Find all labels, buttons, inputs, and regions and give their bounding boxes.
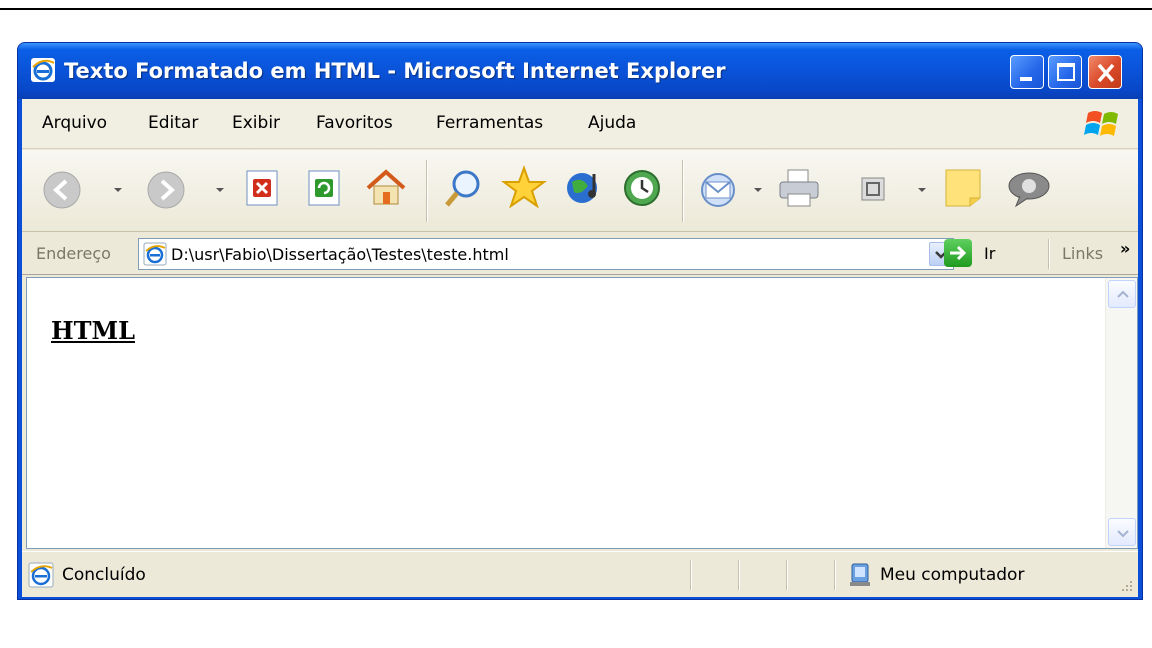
links-toolbar[interactable]: Links: [1062, 244, 1103, 263]
page-content: HTML: [26, 277, 1138, 549]
go-label[interactable]: Ir: [984, 244, 995, 263]
menu-bar: Arquivo Editar Exibir Favoritos Ferramen…: [22, 99, 1138, 149]
go-arrow-icon: [950, 245, 967, 261]
mail-icon[interactable]: [698, 168, 742, 208]
page-status-icon: [28, 562, 54, 588]
menu-ajuda[interactable]: Ajuda: [588, 113, 636, 133]
status-pane-divider: [690, 560, 692, 590]
menu-favoritos[interactable]: Favoritos: [316, 113, 393, 133]
resize-grip-icon[interactable]: [1116, 575, 1134, 593]
address-input[interactable]: D:\usr\Fabio\Dissertação\Testes\teste.ht…: [138, 238, 954, 270]
mail-dropdown[interactable]: [754, 188, 762, 192]
status-pane-divider: [834, 560, 836, 590]
ie-window: Texto Formatado em HTML - Microsoft Inte…: [17, 42, 1143, 600]
menu-editar[interactable]: Editar: [148, 113, 198, 133]
minimize-button[interactable]: [1010, 55, 1044, 89]
security-zone: Meu computador: [880, 565, 1025, 585]
menu-exibir[interactable]: Exibir: [232, 113, 280, 133]
print-icon[interactable]: [776, 166, 822, 210]
client-area: Arquivo Editar Exibir Favoritos Ferramen…: [22, 99, 1138, 597]
stop-icon[interactable]: [244, 170, 282, 208]
back-dropdown[interactable]: [114, 188, 122, 192]
links-separator: [1048, 239, 1050, 269]
maximize-icon: [1057, 63, 1075, 81]
scroll-up-button[interactable]: [1108, 280, 1136, 308]
window-title: Texto Formatado em HTML - Microsoft Inte…: [64, 59, 726, 83]
status-pane-divider: [786, 560, 788, 590]
status-pane-divider: [738, 560, 740, 590]
address-label: Endereço: [36, 244, 111, 263]
maximize-button[interactable]: [1048, 55, 1082, 89]
vertical-scrollbar[interactable]: [1105, 278, 1137, 548]
close-icon: [1097, 63, 1115, 83]
refresh-icon[interactable]: [306, 170, 344, 208]
address-bar: Endereço D:\usr\Fabio\Dissertação\Testes…: [22, 233, 1138, 275]
page-icon: [143, 242, 167, 266]
edit-dropdown[interactable]: [918, 188, 926, 192]
windows-logo-icon: [1084, 111, 1118, 136]
computer-zone-icon: [850, 563, 870, 586]
back-icon[interactable]: [42, 170, 82, 210]
history-icon[interactable]: [620, 166, 664, 210]
toolbar-separator: [426, 160, 428, 222]
chevron-down-icon: [1117, 530, 1129, 538]
search-icon[interactable]: [442, 166, 486, 210]
menu-ferramentas[interactable]: Ferramentas: [436, 113, 543, 133]
toolbar-separator: [682, 160, 684, 222]
forward-icon[interactable]: [146, 170, 186, 210]
standard-toolbar: [22, 150, 1138, 232]
minimize-icon: [1020, 77, 1032, 81]
top-rule: [0, 8, 1152, 10]
scroll-down-button[interactable]: [1108, 518, 1136, 546]
page-heading: HTML: [51, 316, 135, 345]
chevron-up-icon: [1117, 290, 1129, 298]
address-value: D:\usr\Fabio\Dissertação\Testes\teste.ht…: [171, 245, 509, 264]
media-icon[interactable]: [562, 166, 606, 210]
close-button[interactable]: [1088, 55, 1122, 89]
links-chevron[interactable]: »: [1120, 239, 1130, 258]
status-text: Concluído: [62, 565, 146, 585]
messenger-icon[interactable]: [1004, 168, 1054, 208]
favorites-icon[interactable]: [500, 164, 548, 212]
ie-icon: [31, 58, 55, 82]
edit-icon[interactable]: [860, 176, 886, 202]
go-button[interactable]: [944, 239, 972, 267]
home-icon[interactable]: [364, 166, 408, 210]
notes-icon[interactable]: [942, 166, 984, 210]
status-bar: Concluído Meu computador: [22, 551, 1138, 597]
menu-arquivo[interactable]: Arquivo: [42, 113, 107, 133]
title-bar[interactable]: Texto Formatado em HTML - Microsoft Inte…: [18, 43, 1142, 99]
forward-dropdown[interactable]: [216, 188, 224, 192]
